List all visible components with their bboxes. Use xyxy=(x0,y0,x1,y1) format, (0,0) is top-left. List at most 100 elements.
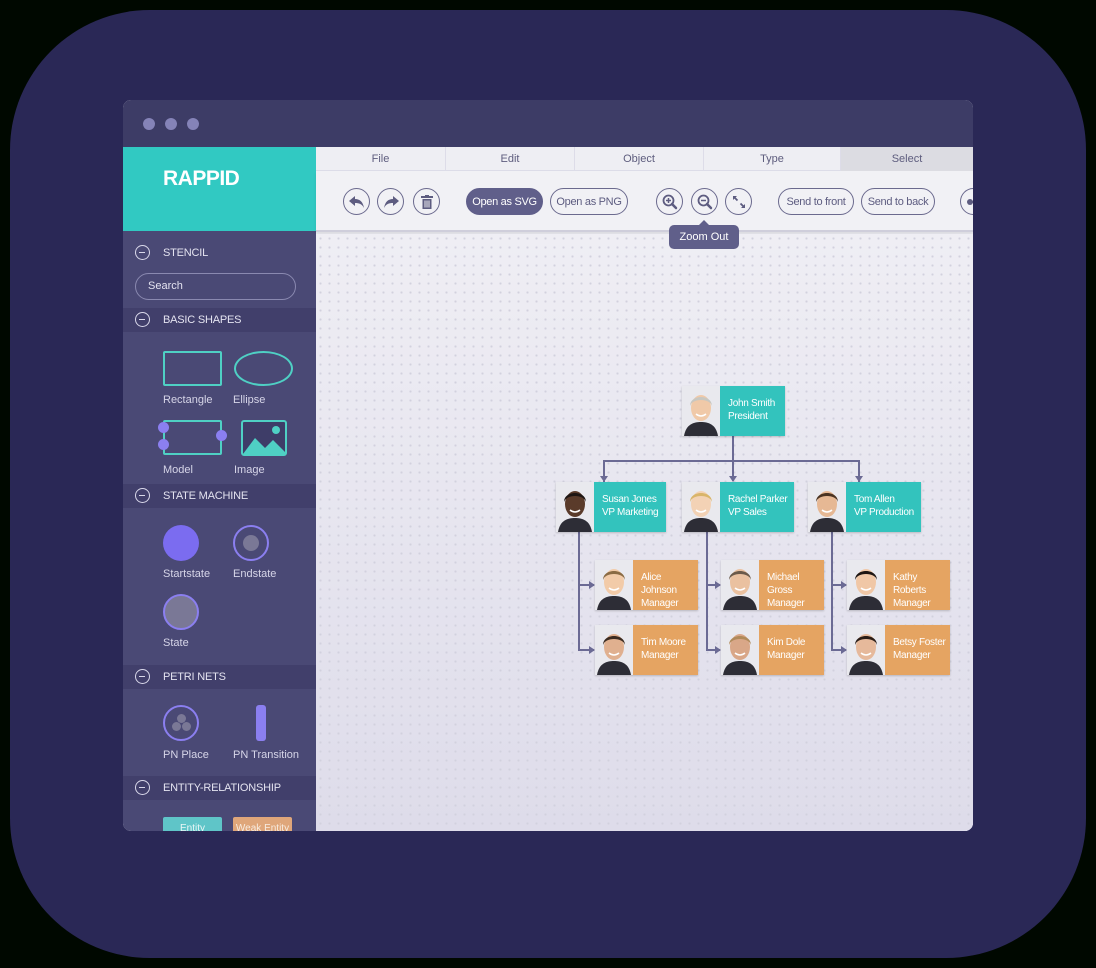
org-node-manager[interactable]: Kathy Roberts Manager xyxy=(847,560,950,610)
node-name: Kim Dole xyxy=(767,637,806,648)
stencil-sidebar: STENCIL Search BASIC SHAPES Rectangle El… xyxy=(123,231,316,831)
collapse-icon[interactable] xyxy=(135,245,150,260)
collapse-icon[interactable] xyxy=(135,780,150,795)
endstate-shape[interactable] xyxy=(233,525,269,561)
menu-type[interactable]: Type xyxy=(704,147,841,171)
entity-shape[interactable]: Entity xyxy=(163,817,222,831)
org-node-manager[interactable]: Betsy Foster Manager xyxy=(847,625,950,675)
pn-transition-shape[interactable] xyxy=(256,705,266,741)
zoom-out-button[interactable] xyxy=(691,188,718,215)
node-name: Betsy Foster xyxy=(893,637,946,648)
section-state-machine[interactable]: STATE MACHINE xyxy=(123,484,316,508)
window-dot-1[interactable] xyxy=(143,118,155,130)
node-title: Manager xyxy=(767,650,805,661)
weak-entity-shape[interactable]: Weak Entity xyxy=(233,817,292,831)
org-node-manager[interactable]: Kim Dole Manager xyxy=(721,625,824,675)
section-title: STATE MACHINE xyxy=(163,490,248,502)
org-node-manager[interactable]: Alice Johnson Manager xyxy=(595,560,698,610)
avatar xyxy=(682,386,720,436)
collapse-icon[interactable] xyxy=(135,669,150,684)
model-shape[interactable] xyxy=(158,420,227,455)
section-basic-shapes[interactable]: BASIC SHAPES xyxy=(123,308,316,332)
avatar xyxy=(847,560,885,610)
undo-button[interactable] xyxy=(343,188,370,215)
zoom-out-tooltip: Zoom Out xyxy=(669,220,739,249)
title-bar xyxy=(123,100,973,147)
trash-icon xyxy=(420,194,433,209)
zoom-in-button[interactable] xyxy=(656,188,683,215)
shape-label: Model xyxy=(163,464,193,476)
node-name: Susan Jones xyxy=(602,494,657,505)
shape-label: Startstate xyxy=(163,568,211,580)
node-title: Manager xyxy=(641,650,679,661)
menu-bar: File Edit Object Type Select xyxy=(316,147,973,171)
avatar xyxy=(595,560,633,610)
shape-label: Endstate xyxy=(233,568,277,580)
node-name: Alice Johnson xyxy=(641,572,677,596)
shape-label: Ellipse xyxy=(233,394,266,406)
shape-label: State xyxy=(163,637,189,649)
section-title: BASIC SHAPES xyxy=(163,314,242,326)
search-placeholder: Search xyxy=(148,280,183,292)
delete-button[interactable] xyxy=(413,188,440,215)
node-title: President xyxy=(728,411,768,422)
zoom-in-icon xyxy=(662,194,677,209)
section-entity-relationship[interactable]: ENTITY-RELATIONSHIP xyxy=(123,776,316,800)
menu-object[interactable]: Object xyxy=(575,147,704,171)
search-input[interactable]: Search xyxy=(135,273,296,300)
send-to-front-button[interactable]: Send to front xyxy=(778,188,854,215)
manager-link xyxy=(706,532,720,651)
window-dot-3[interactable] xyxy=(187,118,199,130)
node-name: Tim Moore xyxy=(641,637,686,648)
avatar xyxy=(721,560,759,610)
diagram-canvas[interactable]: John Smith President Susan Jones VP Marketi… xyxy=(316,234,973,831)
menu-file[interactable]: File xyxy=(316,147,446,171)
stencil-header[interactable]: STENCIL xyxy=(123,241,316,265)
startstate-shape[interactable] xyxy=(163,525,199,561)
node-name: John Smith xyxy=(728,398,776,409)
image-shape[interactable] xyxy=(241,420,287,456)
pn-place-shape[interactable] xyxy=(163,705,199,741)
manager-link xyxy=(578,532,594,651)
window-dot-2[interactable] xyxy=(165,118,177,130)
state-shape[interactable] xyxy=(163,594,199,630)
avatar xyxy=(682,482,720,532)
brand-logo: RAPPID xyxy=(163,167,240,190)
node-name: Tom Allen xyxy=(854,494,895,505)
org-node-vp[interactable]: Tom Allen VP Production xyxy=(808,482,921,532)
shape-label: PN Transition xyxy=(233,749,300,761)
collapse-icon[interactable] xyxy=(135,312,150,327)
connect-button[interactable] xyxy=(960,188,973,215)
rectangle-shape[interactable] xyxy=(163,351,222,386)
open-png-button[interactable]: Open as PNG xyxy=(550,188,628,215)
ellipse-shape[interactable] xyxy=(234,351,293,386)
avatar xyxy=(556,482,594,532)
shape-label: Image xyxy=(234,464,265,476)
node-title: VP Production xyxy=(854,507,914,518)
fullscreen-icon xyxy=(732,195,745,208)
zoom-out-icon xyxy=(697,194,712,209)
node-title: VP Marketing xyxy=(602,507,659,518)
org-node-vp[interactable]: Rachel Parker VP Sales xyxy=(682,482,794,532)
redo-icon xyxy=(383,195,399,208)
section-petri-nets[interactable]: PETRI NETS xyxy=(123,665,316,689)
org-node-manager[interactable]: Michael Gross Manager xyxy=(721,560,824,610)
shape-label: PN Place xyxy=(163,749,209,761)
org-node-root[interactable]: John Smith President xyxy=(682,386,785,436)
redo-button[interactable] xyxy=(377,188,404,215)
fit-to-screen-button[interactable] xyxy=(725,188,752,215)
collapse-icon[interactable] xyxy=(135,488,150,503)
org-node-vp[interactable]: Susan Jones VP Marketing xyxy=(556,482,666,532)
main-content: File Edit Object Type Select Open as SVG… xyxy=(316,147,973,831)
send-to-back-button[interactable]: Send to back xyxy=(861,188,935,215)
node-name: Michael Gross xyxy=(767,572,800,596)
org-node-manager[interactable]: Tim Moore Manager xyxy=(595,625,698,675)
toolbar: Open as SVG Open as PNG Send to front Se… xyxy=(316,171,973,232)
menu-select[interactable]: Select xyxy=(841,147,973,171)
shape-label: Weak Entity xyxy=(235,823,290,831)
menu-edit[interactable]: Edit xyxy=(446,147,575,171)
section-title: PETRI NETS xyxy=(163,671,226,683)
image-icon xyxy=(241,420,287,456)
open-svg-button[interactable]: Open as SVG xyxy=(466,188,543,215)
manager-link xyxy=(831,532,846,651)
